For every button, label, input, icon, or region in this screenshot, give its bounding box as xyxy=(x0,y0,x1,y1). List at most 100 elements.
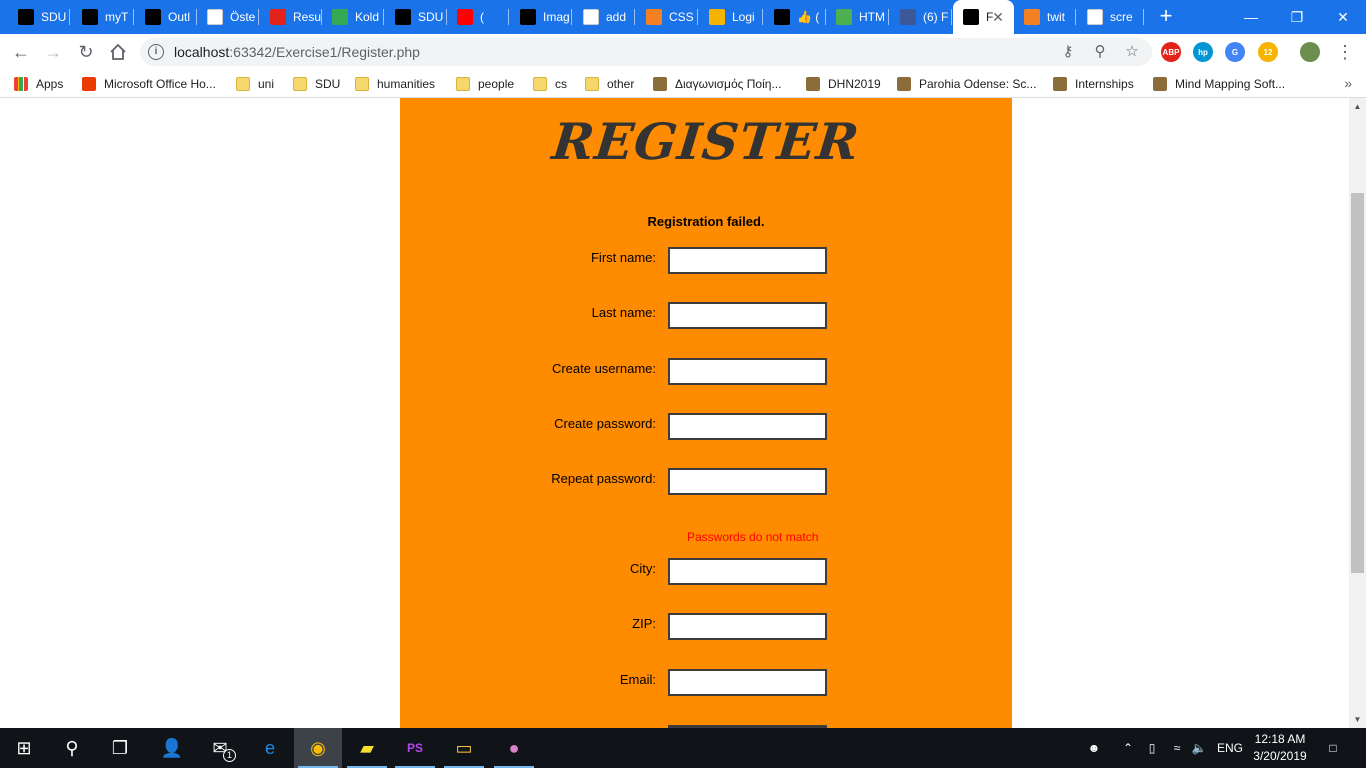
field-input[interactable] xyxy=(668,413,827,440)
menu-kebab-icon[interactable]: ⋮ xyxy=(1333,40,1357,64)
sticky-notes-icon[interactable]: ▰ xyxy=(343,728,391,768)
tab-separator xyxy=(762,9,763,25)
browser-tab[interactable]: myT xyxy=(72,0,134,34)
browser-tab[interactable]: 👍 ( xyxy=(764,0,826,34)
home-icon[interactable] xyxy=(106,40,130,64)
field-input[interactable] xyxy=(668,468,827,495)
maps-icon xyxy=(332,9,348,25)
chrome-icon[interactable]: ◉ xyxy=(294,728,342,768)
browser-tab[interactable]: F ✕ xyxy=(953,0,1014,34)
bookmark-item[interactable]: humanities xyxy=(355,75,435,93)
edge-icon[interactable]: e xyxy=(246,728,294,768)
field-input[interactable] xyxy=(668,358,827,385)
bookmark-item[interactable]: Apps xyxy=(14,75,63,93)
w3schools-icon xyxy=(836,9,852,25)
field-label: Create password: xyxy=(554,416,656,431)
browser-tab[interactable]: Öste xyxy=(197,0,259,34)
registration-status: Registration failed. xyxy=(647,214,765,229)
browser-tab[interactable]: ( xyxy=(447,0,509,34)
reload-icon[interactable]: ↻ xyxy=(74,40,98,64)
mindmap-icon xyxy=(1153,77,1167,91)
bookmark-label: Internships xyxy=(1075,77,1134,91)
profile-avatar-icon[interactable] xyxy=(1300,42,1320,62)
zoom-icon[interactable]: ⚲ xyxy=(1090,42,1110,62)
tray-chevron-icon[interactable]: ⌃ xyxy=(1120,728,1136,768)
browser-tab[interactable]: Kold xyxy=(322,0,384,34)
vertical-scrollbar[interactable]: ▲ ▼ xyxy=(1349,98,1366,728)
url-text[interactable]: localhost:63342/Exercise1/Register.php xyxy=(174,44,420,60)
address-bar[interactable]: i localhost:63342/Exercise1/Register.php… xyxy=(140,38,1152,66)
field-input[interactable] xyxy=(668,669,827,696)
bookmark-star-icon[interactable]: ☆ xyxy=(1122,42,1142,62)
browser-tab[interactable]: HTM xyxy=(826,0,889,34)
browser-tab[interactable]: Outl xyxy=(135,0,197,34)
search-icon[interactable]: ⚲ xyxy=(48,728,96,768)
back-icon[interactable]: ← xyxy=(9,40,33,64)
bookmark-item[interactable]: Διαγωνισμός Ποίη... xyxy=(653,75,781,93)
clock[interactable]: 12:18 AM 3/20/2019 xyxy=(1240,731,1320,765)
browser-tab[interactable]: add xyxy=(573,0,635,34)
bookmark-item[interactable]: Microsoft Office Ho... xyxy=(82,75,216,93)
mail-icon[interactable]: ✉ 1 xyxy=(196,728,244,768)
forward-icon[interactable]: → xyxy=(41,40,65,64)
browser-tab[interactable]: (6) F xyxy=(890,0,952,34)
browser-tab[interactable]: Imag xyxy=(510,0,572,34)
new-tab-button[interactable]: + xyxy=(1155,5,1177,27)
task-view-icon[interactable]: ❐ xyxy=(96,728,144,768)
scroll-thumb[interactable] xyxy=(1351,193,1364,573)
register-panel: REGISTER Registration failed. Passwords … xyxy=(400,98,1012,728)
edge-glyph: e xyxy=(264,737,275,758)
close-tab-icon[interactable]: ✕ xyxy=(990,9,1006,25)
phpstorm-icon[interactable]: PS xyxy=(391,728,439,768)
bookmark-item[interactable]: Internships xyxy=(1053,75,1134,93)
logo-icon xyxy=(709,9,725,25)
browser-tab[interactable]: Resu xyxy=(260,0,322,34)
notification-icon[interactable]: □ xyxy=(1322,728,1344,768)
adblock-plus-icon[interactable]: ABP xyxy=(1161,42,1181,62)
field-input[interactable] xyxy=(668,613,827,640)
github-desktop-icon[interactable]: ● xyxy=(490,728,538,768)
field-input[interactable] xyxy=(668,247,827,274)
wifi-icon[interactable]: ≈ xyxy=(1168,728,1186,768)
weather-icon[interactable]: 12 xyxy=(1258,42,1278,62)
browser-tab[interactable]: scre xyxy=(1077,0,1144,34)
bookmark-label: cs xyxy=(555,77,567,91)
bookmark-item[interactable]: other xyxy=(585,75,634,93)
bookmark-label: SDU xyxy=(315,77,341,91)
field-input[interactable] xyxy=(668,558,827,585)
key-icon[interactable]: ⚷ xyxy=(1058,42,1078,62)
people-icon[interactable]: ☻ xyxy=(1084,728,1104,768)
start-icon[interactable]: ⊞ xyxy=(0,728,48,768)
browser-tab[interactable]: Logi xyxy=(699,0,763,34)
minimize-button[interactable]: — xyxy=(1228,0,1274,34)
tab-separator xyxy=(508,9,509,25)
field-input[interactable] xyxy=(668,302,827,329)
bookmark-item[interactable]: Mind Mapping Soft... xyxy=(1153,75,1285,93)
bookmark-item[interactable]: uni xyxy=(236,75,274,93)
volume-icon[interactable]: 🔈 xyxy=(1190,728,1208,768)
browser-tab[interactable]: CSS xyxy=(636,0,698,34)
browser-tab[interactable]: twit xyxy=(1014,0,1076,34)
bookmark-item[interactable]: people xyxy=(456,75,514,93)
file-explorer-icon[interactable]: ▭ xyxy=(440,728,488,768)
translate-icon[interactable]: G xyxy=(1225,42,1245,62)
browser-tab[interactable]: SDU xyxy=(8,0,70,34)
bookmarks-bar: » Apps Microsoft Office Ho... uni SDU humani… xyxy=(0,70,1366,98)
explorer-user-icon[interactable]: 👤 xyxy=(148,728,196,768)
hp-icon[interactable]: hp xyxy=(1193,42,1213,62)
restore-button[interactable]: ❐ xyxy=(1274,0,1320,34)
sdu-icon xyxy=(145,9,161,25)
close-window-button[interactable]: ✕ xyxy=(1320,0,1366,34)
tab-title: Kold xyxy=(355,10,380,24)
bookmarks-overflow-icon[interactable]: » xyxy=(1344,75,1352,91)
field-label: First name: xyxy=(590,250,656,265)
browser-tab[interactable]: SDU xyxy=(385,0,447,34)
battery-icon[interactable]: ▯ xyxy=(1143,728,1161,768)
bookmark-item[interactable]: DHN2019 xyxy=(806,75,881,93)
bookmark-item[interactable]: Parohia Odense: Sc... xyxy=(897,75,1036,93)
bookmark-item[interactable]: SDU xyxy=(293,75,340,93)
bookmark-item[interactable]: cs xyxy=(533,75,567,93)
scroll-up-icon[interactable]: ▲ xyxy=(1349,98,1366,115)
site-info-icon[interactable]: i xyxy=(148,44,164,60)
scroll-down-icon[interactable]: ▼ xyxy=(1349,711,1366,728)
